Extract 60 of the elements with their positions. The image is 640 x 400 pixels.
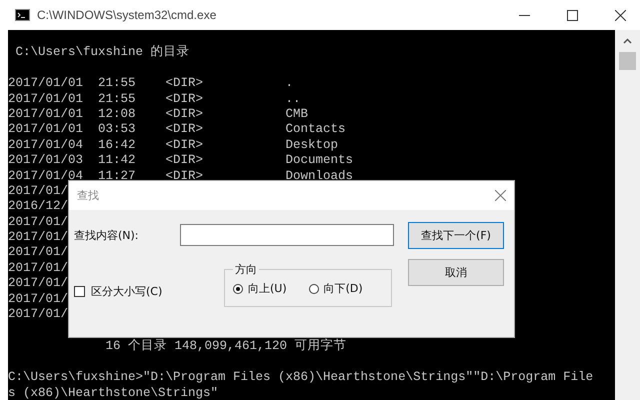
scroll-thumb[interactable]: [619, 52, 636, 70]
date-text: 2017/01/01: [8, 92, 84, 107]
console-app-icon: [15, 9, 30, 21]
time-text: 11:42: [98, 153, 137, 169]
radio-button[interactable]: [233, 284, 243, 294]
date-text: 2017/01/01: [8, 106, 84, 122]
file-name: Documents: [286, 153, 354, 169]
date-text: 2017/01/: [8, 245, 68, 261]
time-text: 21:55: [98, 92, 137, 107]
file-name: .: [286, 76, 294, 92]
checkbox[interactable]: [74, 286, 85, 297]
date-text: 2017/01/: [8, 260, 68, 276]
date-text: 2017/01/: [8, 184, 68, 200]
radio-label[interactable]: 向上(U): [248, 281, 287, 296]
type-text: <DIR>: [166, 122, 204, 138]
date-text: 2017/01/: [8, 307, 68, 322]
checkbox-label[interactable]: 区分大小写(C): [91, 284, 162, 299]
time-text: 16:42: [98, 138, 137, 154]
date-text: 2017/01/: [8, 292, 68, 308]
type-text: <DIR>: [166, 168, 204, 184]
group-label: 方向: [234, 262, 258, 277]
dialog-title: 查找: [77, 188, 99, 203]
cancel-button[interactable]: 取消: [408, 259, 504, 286]
date-text: 2017/01/01: [8, 122, 84, 138]
scrollbar[interactable]: [615, 30, 640, 400]
date-text: 2017/01/04: [8, 168, 84, 184]
time-text: 12:08: [98, 106, 137, 122]
file-name: Desktop: [286, 138, 338, 154]
date-text: 2017/01/: [8, 230, 68, 246]
file-name: Downloads: [286, 168, 354, 184]
file-name: Contacts: [286, 122, 346, 138]
date-text: 2017/01/03: [8, 153, 84, 169]
type-text: <DIR>: [166, 76, 204, 92]
date-text: 2017/01/: [8, 276, 68, 292]
date-text: 2017/01/01: [8, 76, 84, 92]
close-icon[interactable]: [615, 10, 626, 20]
date-text: 2017/01/04: [8, 138, 84, 154]
file-name: CMB: [286, 106, 308, 122]
time-text: 03:53: [98, 122, 137, 138]
time-text: 21:55: [98, 76, 137, 92]
scroll-up-icon[interactable]: [623, 38, 632, 44]
type-text: <DIR>: [166, 106, 204, 122]
command-line: C:\Users\fuxshine>"D:\Program Files (x86)\Hearthstone\Strings""D:\Program File: [8, 370, 594, 386]
maximize-icon[interactable]: [567, 10, 578, 20]
type-text: <DIR>: [166, 153, 204, 169]
file-name: ..: [286, 92, 301, 107]
directory-heading: C:\Users\fuxshine 的目录: [14, 45, 191, 61]
window-title: C:\WINDOWS\system32\cmd.exe: [37, 8, 216, 22]
radio-label[interactable]: 向下(D): [324, 281, 363, 296]
radio-button[interactable]: [308, 284, 319, 294]
summary-text: 16 个目录 148,099,461,120 可用字节: [104, 339, 348, 355]
find-label: 查找内容(N):: [74, 228, 140, 242]
find-next-button[interactable]: 查找下一个(F): [408, 222, 504, 249]
find-input-field[interactable]: [180, 224, 394, 246]
date-text: 2016/12/: [8, 199, 68, 215]
time-text: 11:27: [98, 168, 137, 184]
date-text: 2017/01/: [8, 214, 68, 230]
type-text: <DIR>: [166, 138, 204, 154]
command-line: s (x86)\Hearthstone\Strings": [8, 386, 220, 400]
type-text: <DIR>: [166, 92, 204, 107]
